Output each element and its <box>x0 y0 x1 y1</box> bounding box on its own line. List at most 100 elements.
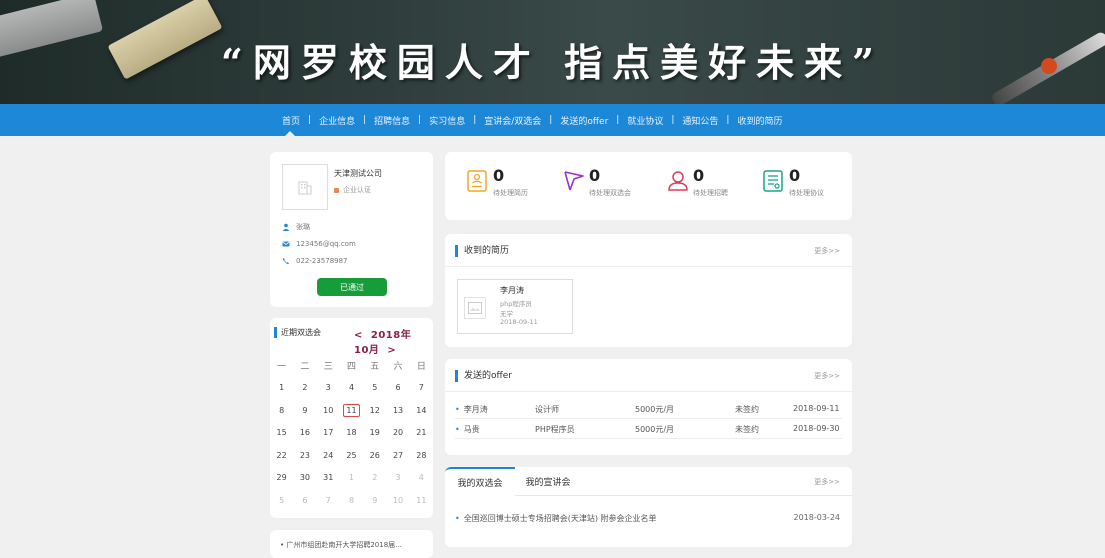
people-icon <box>668 171 688 191</box>
weekday-header-row: 一二三四五六日 <box>270 354 433 377</box>
calendar-day[interactable]: 17 <box>317 428 340 437</box>
calendar-day[interactable]: 8 <box>340 496 363 505</box>
more-link[interactable]: 更多>> <box>814 371 840 381</box>
calendar-day[interactable]: 4 <box>410 473 433 482</box>
calendar-day[interactable]: 5 <box>363 383 386 392</box>
offer-date: 2018-09-30 <box>793 424 840 433</box>
nav-item-notices[interactable]: 通知公告 <box>682 114 718 127</box>
nav-item-sent-offers[interactable]: 发送的offer <box>560 114 608 127</box>
weekday-label: 日 <box>416 361 426 372</box>
resume-card[interactable]: 李月涛 php程序员 无学 2018-09-11 <box>457 279 573 334</box>
calendar-day[interactable]: 13 <box>386 406 409 415</box>
nav-separator: | <box>308 115 312 125</box>
calendar-day[interactable]: 10 <box>317 406 340 415</box>
person-icon <box>282 223 290 231</box>
calendar-day[interactable]: 24 <box>317 451 340 460</box>
calendar-day[interactable]: 10 <box>386 496 409 505</box>
email-row: 123456@qq.com <box>282 240 356 248</box>
tab-my-presentations[interactable]: 我的宣讲会 <box>515 467 581 495</box>
nav-separator: | <box>363 115 367 125</box>
job-fair-calendar: 近期双选会 < 2018年 10月 > 一二三四五六日 1 2 3 4 5 6 7 8 9 10 1… <box>270 318 433 518</box>
nav-item-received-resumes[interactable]: 收到的简历 <box>737 114 782 127</box>
phone-row: 022-23578987 <box>282 257 348 265</box>
stat-label: 待处理简历 <box>493 189 528 197</box>
calendar-week-row: 5 6 7 8 9 10 11 <box>270 489 433 512</box>
stat-pending-recruitment[interactable]: 0 待处理招聘 <box>667 166 728 197</box>
sent-offers-card: 发送的offer 更多>> 李月涛 设计师 5000元/月 未签约 2018-0… <box>445 359 852 455</box>
calendar-day[interactable]: 8 <box>270 406 293 415</box>
calendar-day[interactable]: 21 <box>410 428 433 437</box>
job-fair-item[interactable]: 全国巡回博士硕士专场招聘会(天津站) 附参会企业名单 <box>455 513 657 524</box>
weekday-label: 一 <box>277 361 287 372</box>
calendar-day[interactable]: 28 <box>410 451 433 460</box>
stat-pending-agreements[interactable]: 0 待处理协议 <box>763 166 824 197</box>
calendar-day[interactable]: 2 <box>293 383 316 392</box>
calendar-day[interactable]: 29 <box>270 473 293 482</box>
offer-status: 未签约 <box>735 425 759 434</box>
calendar-year: 2018年 <box>370 330 412 341</box>
calendar-day[interactable]: 3 <box>386 473 409 482</box>
calendar-day[interactable]: 9 <box>363 496 386 505</box>
calendar-day[interactable]: 26 <box>363 451 386 460</box>
calendar-day[interactable]: 12 <box>363 406 386 415</box>
calendar-day[interactable]: 14 <box>410 406 433 415</box>
certification-badge: 企业认证 <box>334 185 371 195</box>
stat-value: 0 <box>789 166 801 185</box>
offer-candidate: 马贵 <box>455 424 480 435</box>
more-link[interactable]: 更多>> <box>814 477 840 487</box>
calendar-day[interactable]: 9 <box>293 406 316 415</box>
calendar-day[interactable]: 27 <box>386 451 409 460</box>
calendar-day[interactable]: 2 <box>363 473 386 482</box>
calendar-day[interactable]: 1 <box>340 473 363 482</box>
stat-pending-resumes[interactable]: 0 待处理简历 <box>467 166 528 197</box>
company-logo-placeholder[interactable] <box>282 164 328 210</box>
offer-row[interactable]: 李月涛 设计师 5000元/月 未签约 2018-09-11 <box>445 399 852 419</box>
calendar-day[interactable]: 22 <box>270 451 293 460</box>
contact-name: 张璐 <box>296 223 310 231</box>
tab-my-job-fairs[interactable]: 我的双选会 <box>445 467 515 495</box>
calendar-title: 近期双选会 <box>274 327 321 338</box>
calendar-day[interactable]: 30 <box>293 473 316 482</box>
calendar-day[interactable]: 11 <box>410 496 433 505</box>
stat-pending-job-fairs[interactable]: 0 待处理双选会 <box>563 166 631 197</box>
calendar-day[interactable]: 7 <box>410 383 433 392</box>
calendar-day[interactable]: 6 <box>386 383 409 392</box>
calendar-day[interactable]: 23 <box>293 451 316 460</box>
news-item[interactable]: • 广州市组团赴南开大学招聘2018届... <box>280 540 402 550</box>
pending-stats-card: 0 待处理简历 0 待处理双选会 0 待处理招聘 0 待处理协议 <box>445 152 852 220</box>
calendar-day[interactable]: 19 <box>363 428 386 437</box>
offer-date: 2018-09-11 <box>793 404 840 413</box>
resume-icon <box>467 170 487 192</box>
calendar-day[interactable]: 31 <box>317 473 340 482</box>
nav-item-job-fairs[interactable]: 宣讲会/双选会 <box>484 114 541 127</box>
nav-item-company-info[interactable]: 企业信息 <box>319 114 355 127</box>
calendar-day[interactable]: 7 <box>317 496 340 505</box>
building-icon <box>298 181 312 195</box>
calendar-day[interactable]: 15 <box>270 428 293 437</box>
nav-item-home[interactable]: 首页 <box>282 114 300 127</box>
nav-item-recruitment[interactable]: 招聘信息 <box>374 114 410 127</box>
nav-separator: | <box>671 115 675 125</box>
more-link[interactable]: 更多>> <box>814 246 840 256</box>
calendar-day[interactable]: 4 <box>340 383 363 392</box>
calendar-day[interactable]: 18 <box>340 428 363 437</box>
calendar-day[interactable]: 25 <box>340 451 363 460</box>
calendar-day[interactable]: 16 <box>293 428 316 437</box>
calendar-day-highlighted[interactable]: 11 <box>340 403 363 417</box>
calendar-day[interactable]: 20 <box>386 428 409 437</box>
calendar-week-row: 22 23 24 25 26 27 28 <box>270 444 433 467</box>
nav-item-internship[interactable]: 实习信息 <box>429 114 465 127</box>
calendar-day[interactable]: 3 <box>317 383 340 392</box>
calendar-day[interactable]: 6 <box>293 496 316 505</box>
calendar-day[interactable]: 1 <box>270 383 293 392</box>
approved-status-button[interactable]: 已通过 <box>317 278 387 296</box>
flag-icon <box>564 171 584 191</box>
prev-month-button[interactable]: < <box>354 330 363 341</box>
offer-row[interactable]: 马贵 PHP程序员 5000元/月 未签约 2018-09-30 <box>445 419 852 439</box>
stat-value: 0 <box>589 166 601 185</box>
section-title: 收到的简历 <box>455 245 509 257</box>
calendar-day[interactable]: 5 <box>270 496 293 505</box>
nav-item-agreements[interactable]: 就业协议 <box>627 114 663 127</box>
offer-salary: 5000元/月 <box>635 425 675 434</box>
nav-separator: | <box>616 115 620 125</box>
